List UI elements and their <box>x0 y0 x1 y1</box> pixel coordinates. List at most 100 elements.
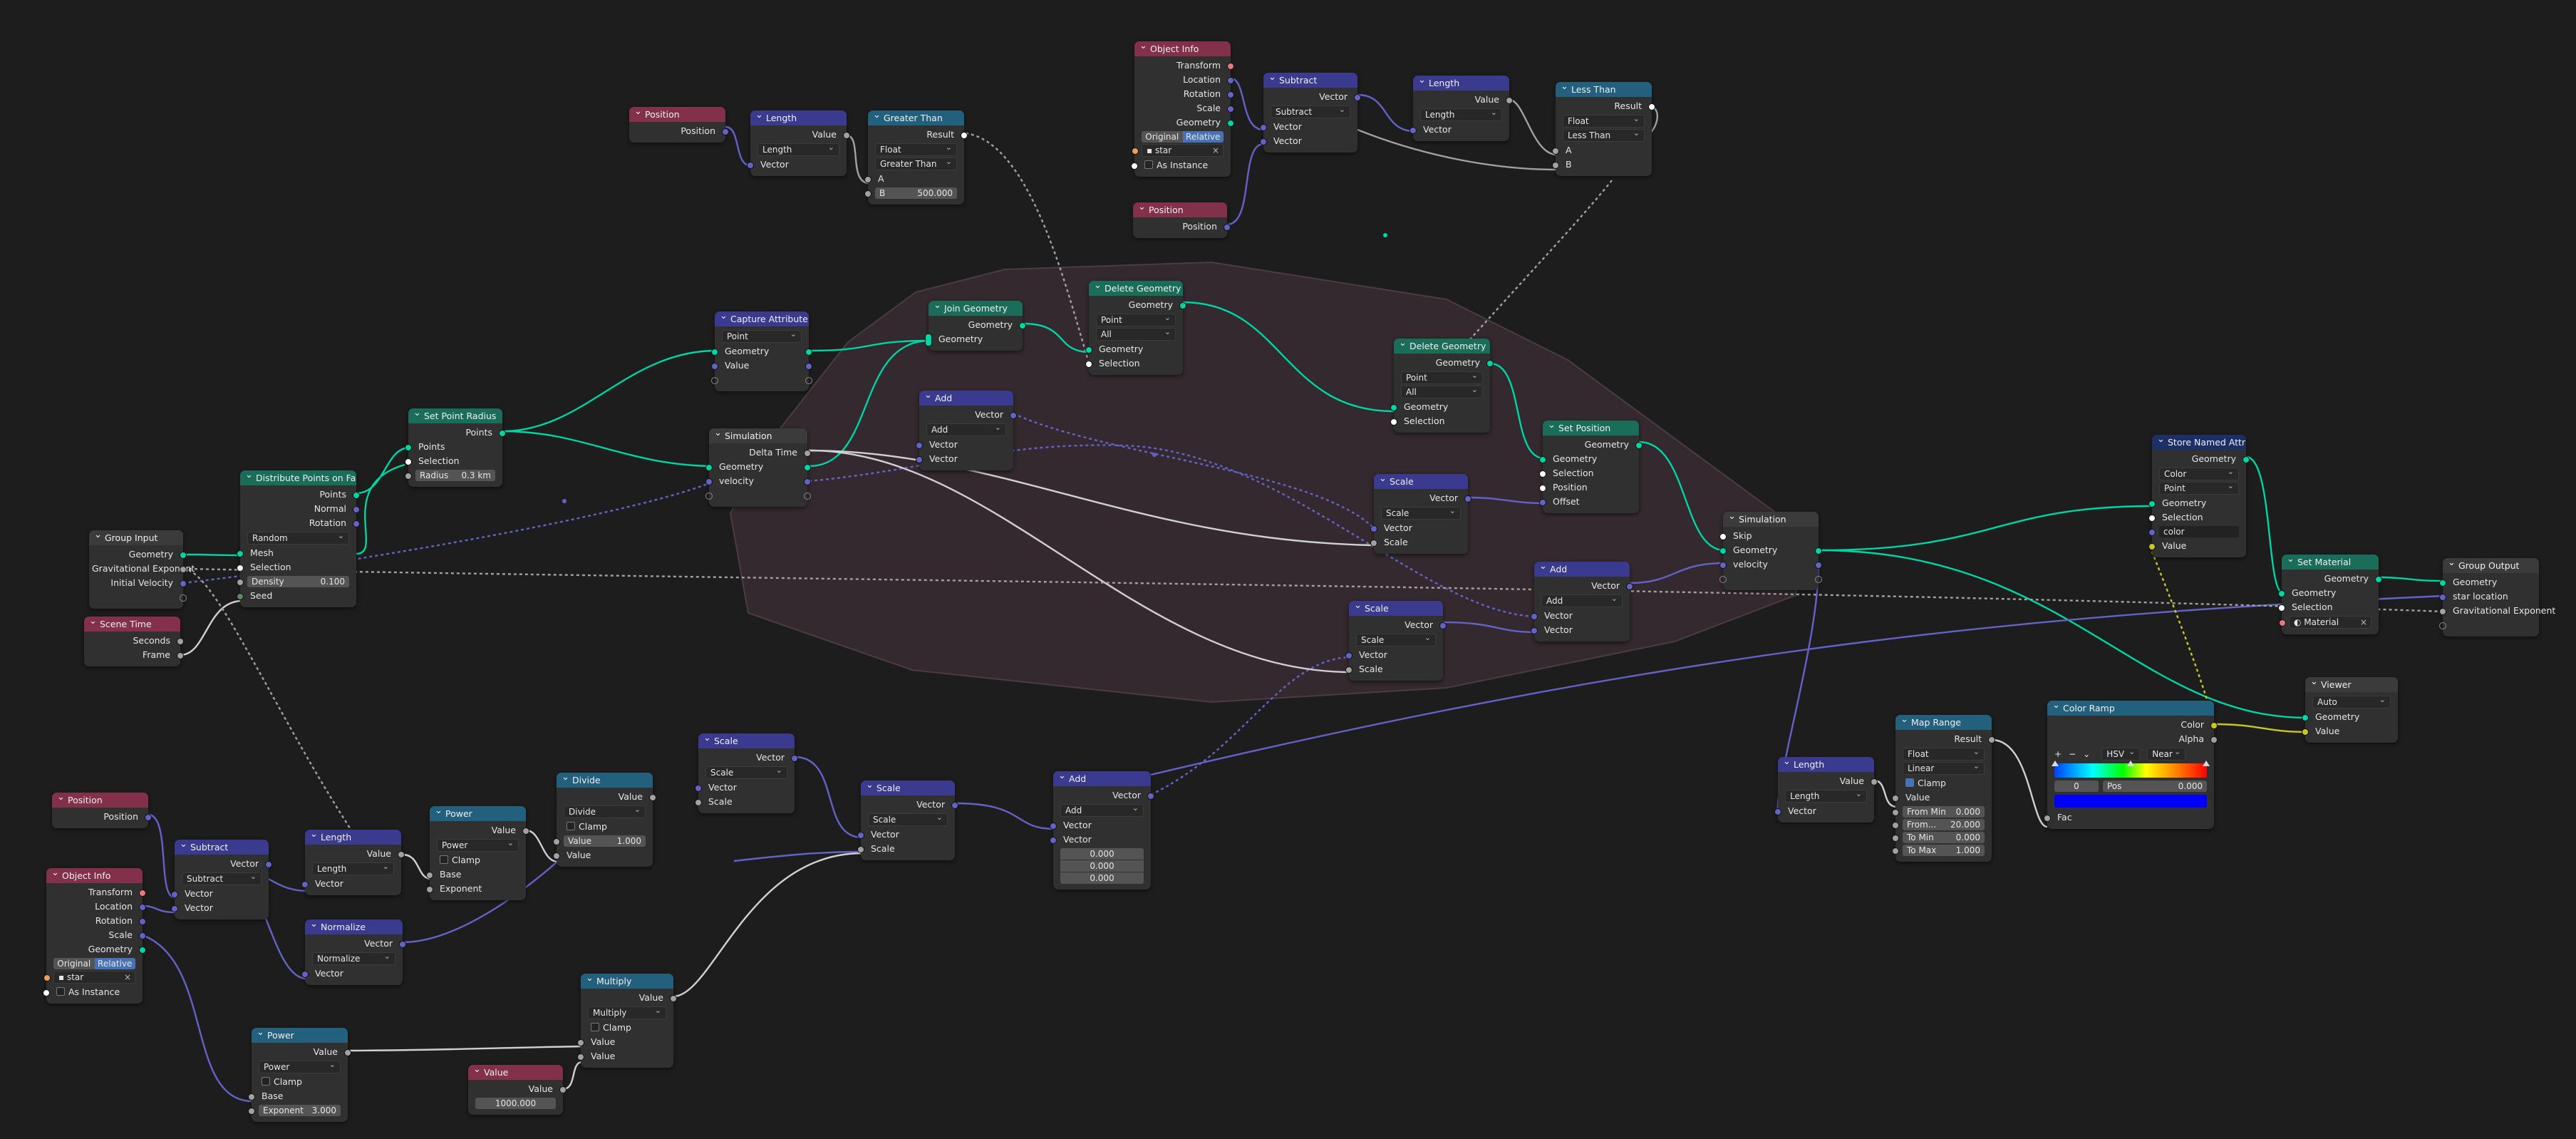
ramp-stop-handle[interactable] <box>2203 761 2210 766</box>
socket[interactable] <box>711 363 718 370</box>
vector-math-subtract-node-2[interactable]: Subtract Vector Subtract Vector Vector <box>171 840 272 919</box>
vector-math-add-node-3[interactable]: Add Vector Add Vector Vector 0.000 0.000… <box>1050 771 1154 890</box>
socket[interactable] <box>2044 815 2051 822</box>
color-mode-dropdown[interactable]: HSV <box>2101 746 2141 761</box>
clamp-checkbox[interactable]: Clamp <box>430 853 526 867</box>
capture-attribute-node[interactable]: Capture Attribute Point Geometry Value <box>711 311 812 391</box>
domain-dropdown[interactable]: Point <box>722 329 802 343</box>
socket[interactable] <box>916 456 923 463</box>
domain-dropdown[interactable]: Point <box>2159 480 2239 495</box>
operation-dropdown[interactable]: Power <box>259 1059 341 1073</box>
name-field[interactable]: color <box>2148 526 2239 537</box>
node-header[interactable]: Viewer <box>2305 677 2398 692</box>
socket[interactable] <box>43 989 50 996</box>
node-header[interactable]: Capture Attribute <box>715 311 809 326</box>
socket[interactable] <box>857 832 864 839</box>
node-header[interactable]: Scene Time <box>84 617 180 632</box>
socket[interactable] <box>139 904 146 911</box>
node-header[interactable]: Group Output <box>2443 558 2539 573</box>
ramp-stop-handle[interactable] <box>2052 761 2059 766</box>
socket[interactable] <box>649 794 656 801</box>
position-node-3[interactable]: Position Position <box>52 793 152 828</box>
socket[interactable] <box>805 363 812 370</box>
socket[interactable] <box>1464 495 1471 502</box>
socket[interactable] <box>1486 360 1494 367</box>
socket[interactable] <box>1439 622 1447 629</box>
socket[interactable] <box>670 995 677 1002</box>
node-header[interactable]: Object Info <box>46 868 143 883</box>
socket[interactable] <box>426 886 433 893</box>
socket[interactable] <box>353 506 360 513</box>
node-header[interactable]: Position <box>52 793 148 808</box>
socket[interactable] <box>1227 91 1234 98</box>
socket[interactable] <box>843 132 850 139</box>
socket[interactable] <box>961 132 968 139</box>
node-header[interactable]: Set Position <box>1543 421 1639 436</box>
node-header[interactable]: Power <box>252 1028 348 1043</box>
socket[interactable] <box>2439 579 2446 587</box>
checkbox-icon[interactable] <box>262 1077 270 1086</box>
checkbox-icon[interactable] <box>567 822 575 830</box>
socket[interactable] <box>2278 590 2285 597</box>
position-node[interactable]: Position Position <box>629 107 729 143</box>
vector-math-normalize-node[interactable]: Normalize Vector Normalize Vector <box>301 919 406 985</box>
socket[interactable] <box>864 176 871 183</box>
operation-dropdown[interactable]: Scale <box>1381 505 1461 520</box>
socket[interactable] <box>1539 499 1546 506</box>
socket[interactable] <box>711 349 718 356</box>
socket[interactable] <box>1227 105 1234 113</box>
socket[interactable] <box>2210 722 2218 729</box>
clamp-checkbox[interactable]: Clamp <box>1895 776 1992 790</box>
socket[interactable] <box>577 1053 584 1061</box>
value-node[interactable]: Value Value 1000.000 <box>468 1065 567 1115</box>
node-header[interactable]: Group Input <box>89 530 183 545</box>
socket[interactable] <box>1552 162 1559 169</box>
compare-less-than-node[interactable]: Less Than Result Float Less Than A B <box>1552 82 1655 176</box>
remove-stop-button[interactable]: − <box>2069 748 2076 761</box>
node-header[interactable]: Add <box>1053 771 1151 786</box>
node-header[interactable]: Scale <box>1349 601 1443 616</box>
socket[interactable] <box>1085 361 1092 368</box>
socket[interactable] <box>695 799 702 806</box>
socket[interactable] <box>1892 809 1899 816</box>
to-max-field[interactable]: To Max 1.000 <box>1892 845 1985 856</box>
node-header[interactable]: Add <box>1534 562 1630 577</box>
socket[interactable] <box>553 838 560 845</box>
socket[interactable] <box>2439 594 2446 601</box>
node-header[interactable]: Scale <box>1374 474 1468 489</box>
node-header[interactable]: Less Than <box>1556 82 1652 97</box>
density-field[interactable]: Density 0.100 <box>237 576 349 587</box>
socket[interactable] <box>1131 163 1138 170</box>
socket[interactable] <box>1010 412 1017 419</box>
operation-dropdown[interactable]: Length <box>1420 107 1502 121</box>
socket[interactable] <box>2439 622 2446 629</box>
socket[interactable] <box>171 905 178 912</box>
from-min-field[interactable]: From Min 0.000 <box>1892 806 1985 818</box>
socket[interactable] <box>301 971 309 978</box>
operation-dropdown[interactable]: Multiply <box>588 1005 666 1019</box>
socket[interactable] <box>1531 627 1538 634</box>
checkbox-icon[interactable] <box>440 855 448 864</box>
socket[interactable] <box>180 552 187 559</box>
socket[interactable] <box>864 190 871 197</box>
socket[interactable] <box>1531 613 1538 620</box>
map-range-node[interactable]: Map Range Result Float Linear Clamp Valu… <box>1892 715 1995 862</box>
stop-color-swatch[interactable] <box>2054 795 2207 808</box>
socket[interactable] <box>1719 533 1727 540</box>
object-field[interactable]: ▪ star × <box>1132 144 1224 157</box>
socket[interactable] <box>1147 793 1154 800</box>
clear-icon[interactable]: × <box>1212 145 1219 156</box>
socket[interactable] <box>553 852 560 860</box>
operation-dropdown[interactable]: Add <box>1541 593 1623 607</box>
material-field[interactable]: ◐ Material × <box>2279 616 2371 629</box>
group-output-node[interactable]: Group Output Geometry star location Grav… <box>2439 558 2555 636</box>
clamp-checkbox[interactable]: Clamp <box>557 820 653 834</box>
socket[interactable] <box>1892 835 1899 842</box>
math-multiply-node[interactable]: Multiply Value Multiply Clamp Value Valu… <box>577 974 677 1068</box>
node-header[interactable]: Color Ramp <box>2047 701 2214 716</box>
operation-dropdown[interactable]: Add <box>1060 803 1144 817</box>
ramp-menu-icon[interactable]: ⌄ <box>2083 748 2090 761</box>
socket[interactable] <box>139 947 146 954</box>
node-header[interactable]: Position <box>629 107 725 122</box>
socket[interactable] <box>925 334 932 346</box>
